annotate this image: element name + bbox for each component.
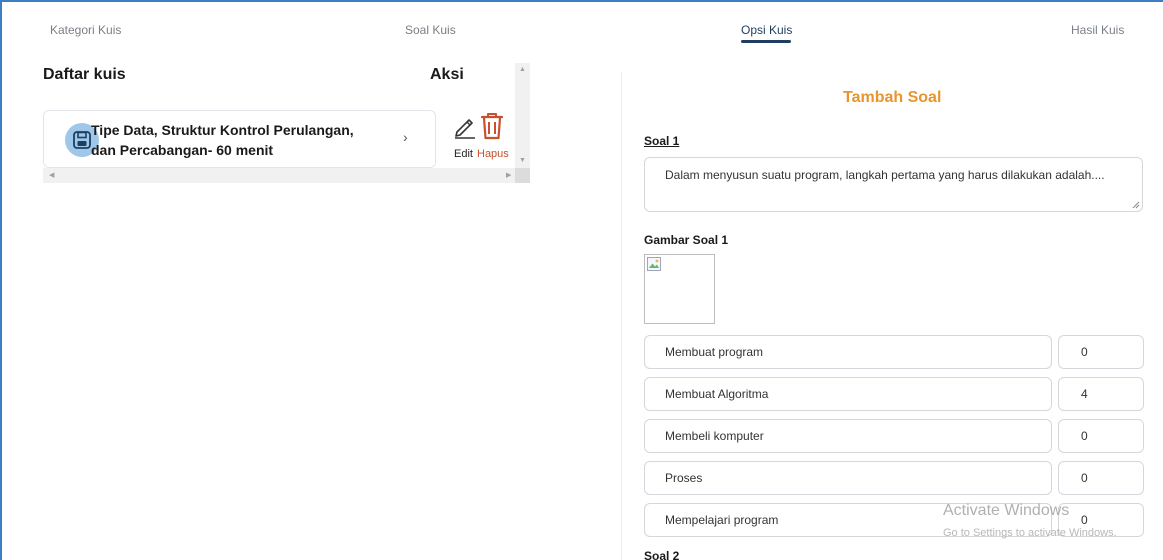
- broken-image-icon: [647, 257, 661, 271]
- panel-divider: [621, 72, 622, 560]
- option-score-1[interactable]: 0: [1058, 335, 1144, 369]
- window-border-top: [0, 0, 1163, 2]
- option-input-2[interactable]: Membuat Algoritma: [644, 377, 1052, 411]
- action-column-header: Aksi: [430, 66, 464, 83]
- option-score-3[interactable]: 0: [1058, 419, 1144, 453]
- scroll-left-icon[interactable]: ◀: [49, 171, 54, 179]
- option-score-4[interactable]: 0: [1058, 461, 1144, 495]
- option-input-1[interactable]: Membuat program: [644, 335, 1052, 369]
- window-border-left: [0, 0, 2, 560]
- tab-opsi-kuis[interactable]: Opsi Kuis: [741, 23, 792, 37]
- quiz-list-title: Daftar kuis: [43, 66, 126, 83]
- scroll-right-icon[interactable]: ▶: [506, 171, 511, 179]
- resize-grip-icon[interactable]: [1132, 201, 1140, 209]
- next-question-label: Soal 2: [644, 549, 680, 560]
- quiz-list-item[interactable]: Tipe Data, Struktur Kontrol Perulangan, …: [43, 110, 436, 168]
- quiz-item-title-line1: Tipe Data, Struktur Kontrol Perulangan,: [91, 122, 354, 138]
- question-label: Soal 1: [644, 134, 680, 148]
- option-input-4[interactable]: Proses: [644, 461, 1052, 495]
- tab-soal-kuis[interactable]: Soal Kuis: [405, 23, 456, 37]
- question-image: [644, 254, 715, 324]
- scroll-up-icon[interactable]: ▲: [519, 66, 526, 73]
- delete-button-label[interactable]: Hapus: [477, 148, 509, 160]
- question-text: Dalam menyusun suatu program, langkah pe…: [665, 168, 1105, 182]
- activation-watermark-subtitle: Go to Settings to activate Windows.: [943, 527, 1117, 539]
- active-tab-indicator: [741, 40, 791, 43]
- quiz-item-title: Tipe Data, Struktur Kontrol Perulangan, …: [91, 120, 391, 160]
- edit-button-label[interactable]: Edit: [454, 148, 473, 160]
- chevron-right-icon[interactable]: ›: [403, 129, 408, 145]
- form-title: Tambah Soal: [843, 89, 942, 106]
- edit-pencil-icon[interactable]: [452, 113, 478, 139]
- question-image-label: Gambar Soal 1: [644, 233, 729, 247]
- option-input-3[interactable]: Membeli komputer: [644, 419, 1052, 453]
- scrollbar-corner: [515, 168, 530, 183]
- horizontal-scrollbar[interactable]: ◀ ▶: [43, 168, 515, 183]
- quiz-item-title-line2: dan Percabangan- 60 menit: [91, 142, 274, 158]
- scroll-down-icon[interactable]: ▼: [519, 157, 526, 164]
- activation-watermark-title: Activate Windows: [943, 502, 1070, 519]
- tab-kategori-kuis[interactable]: Kategori Kuis: [50, 23, 121, 37]
- trash-icon[interactable]: [480, 112, 504, 140]
- option-score-2[interactable]: 4: [1058, 377, 1144, 411]
- vertical-scrollbar[interactable]: ▲ ▼: [515, 63, 530, 170]
- tab-hasil-kuis[interactable]: Hasil Kuis: [1071, 23, 1124, 37]
- question-textarea[interactable]: Dalam menyusun suatu program, langkah pe…: [644, 157, 1143, 212]
